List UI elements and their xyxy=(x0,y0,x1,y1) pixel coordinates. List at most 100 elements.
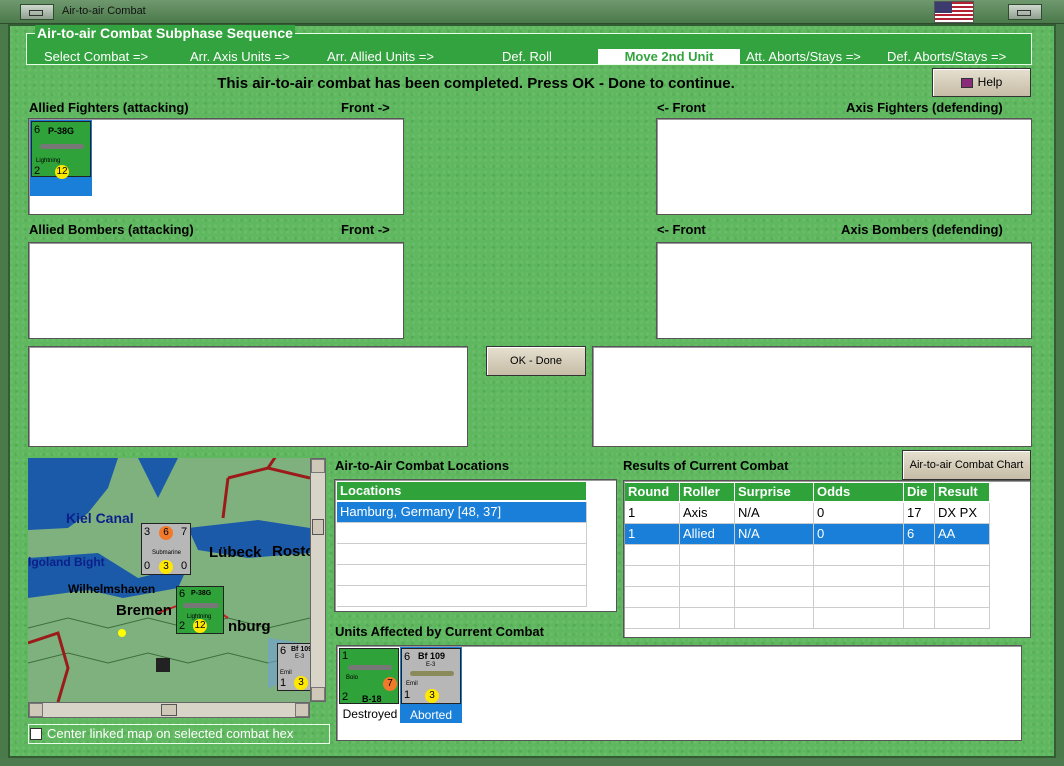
center-map-checkbox[interactable] xyxy=(30,728,42,740)
b18-counter[interactable]: 1 Bolo 7 2 B-18 xyxy=(339,648,399,704)
map-horizontal-scrollbar[interactable] xyxy=(28,702,310,718)
bf109-name: Emil xyxy=(406,681,418,687)
combat-chart-button[interactable]: Air-to-air Combat Chart xyxy=(902,450,1031,480)
map-label-kiel: Kiel Canal xyxy=(66,510,134,526)
sub-tl: 3 xyxy=(144,526,151,538)
cell-odds: 0 xyxy=(814,524,904,545)
cell-roller: Allied xyxy=(680,524,735,545)
cell-surprise: N/A xyxy=(735,503,814,524)
counter-die: 12 xyxy=(55,165,69,179)
bf109-selected[interactable]: 6 Bf 109 E-3 Emil 1 3 Aborted xyxy=(400,647,462,723)
cell-roller: Axis xyxy=(680,503,735,524)
axis-fighters-box[interactable] xyxy=(656,118,1032,215)
window-close-button[interactable] xyxy=(1008,4,1042,20)
map-bf-name: Emil xyxy=(280,670,292,676)
ok-done-button[interactable]: OK - Done xyxy=(486,346,586,376)
b18-type: B-18 xyxy=(362,694,382,704)
sub-die: 3 xyxy=(159,560,173,574)
plane-icon xyxy=(40,144,84,149)
front-left-label: <- Front xyxy=(657,100,706,115)
counter-top-left: 6 xyxy=(34,124,41,136)
locations-header: Locations xyxy=(337,482,587,500)
locations-title: Air-to-Air Combat Locations xyxy=(335,458,510,473)
submarine-counter[interactable]: 3 6 7 Submarine 0 3 0 xyxy=(141,523,191,575)
map-p38g-counter[interactable]: 6 P-38G Lightning 2 12 xyxy=(176,586,224,634)
map-bf-tl: 6 xyxy=(280,645,287,657)
col-die: Die xyxy=(904,483,935,501)
bf109-status: Aborted xyxy=(409,708,453,722)
results-table: Round Roller Surprise Odds Die Result 1 … xyxy=(623,480,1031,638)
b18-bl: 2 xyxy=(342,691,349,703)
front-left-label-2: <- Front xyxy=(657,222,706,237)
map-label-hamburg: nburg xyxy=(228,618,271,635)
bf109-die: 3 xyxy=(425,689,439,703)
help-button[interactable]: Help xyxy=(932,68,1031,97)
map-p38-plane-icon xyxy=(183,603,219,608)
table-row-selected[interactable]: 1 Allied N/A 0 6 AA xyxy=(625,524,990,545)
b18-die: 7 xyxy=(383,677,397,691)
vertical-scroll-thumb[interactable] xyxy=(312,519,324,535)
col-result: Result xyxy=(935,483,990,501)
scroll-right-arrow-icon[interactable] xyxy=(295,703,309,717)
map-p38-bl: 2 xyxy=(179,620,186,632)
location-row[interactable]: Hamburg, Germany [48, 37] xyxy=(337,502,587,523)
status-message: This air-to-air combat has been complete… xyxy=(217,75,735,92)
bf109-sub: E-3 xyxy=(426,662,436,668)
allied-bombers-box[interactable] xyxy=(28,242,404,339)
b18-status: Destroyed xyxy=(342,707,398,721)
cell-die: 17 xyxy=(904,503,935,524)
affected-title: Units Affected by Current Combat xyxy=(335,624,544,639)
cell-result: AA xyxy=(935,524,990,545)
center-map-label: Center linked map on selected combat hex xyxy=(47,726,294,741)
location-row-empty xyxy=(337,586,587,607)
title-bar xyxy=(0,0,1064,24)
axis-fighters-label: Axis Fighters (defending) xyxy=(846,100,1003,115)
allied-info-box xyxy=(28,346,468,447)
status-bar xyxy=(0,758,1064,766)
col-odds: Odds xyxy=(814,483,904,501)
city-bremen-marker xyxy=(118,629,126,637)
map-bf-bl: 1 xyxy=(280,677,287,689)
map-bf-die: 3 xyxy=(294,676,308,690)
scroll-left-arrow-icon[interactable] xyxy=(29,703,43,717)
counter-type: P-38G xyxy=(48,126,75,136)
map-label-lubeck: Lübeck xyxy=(209,544,262,561)
axis-bombers-box[interactable] xyxy=(656,242,1032,339)
seq-step-arr-axis: Arr. Axis Units => xyxy=(190,49,290,64)
table-row-empty xyxy=(625,587,990,608)
allied-fighters-label: Allied Fighters (attacking) xyxy=(29,100,189,115)
bf109-tl: 6 xyxy=(404,651,411,663)
allied-fighter-selected[interactable]: 6 P-38G Lightning 2 12 xyxy=(30,120,92,196)
allied-bombers-label: Allied Bombers (attacking) xyxy=(29,222,194,237)
system-menu-button[interactable] xyxy=(20,4,54,20)
seq-step-arr-allied: Arr. Allied Units => xyxy=(327,49,434,64)
axis-info-box xyxy=(592,346,1032,447)
scroll-up-arrow-icon[interactable] xyxy=(311,459,325,473)
map-label-wilhelmshaven: Wilhelmshaven xyxy=(68,582,156,596)
axis-bombers-label: Axis Bombers (defending) xyxy=(841,222,1003,237)
table-row-empty xyxy=(625,545,990,566)
table-row[interactable]: 1 Axis N/A 0 17 DX PX xyxy=(625,503,990,524)
map-p38-type: P-38G xyxy=(191,590,212,597)
front-right-label: Front -> xyxy=(341,100,390,115)
b18-plane-icon xyxy=(348,665,392,670)
map-bf-type: Bf 109 xyxy=(291,646,310,653)
front-right-label-2: Front -> xyxy=(341,222,390,237)
sub-die-top: 6 xyxy=(159,526,173,540)
bf109-type: Bf 109 xyxy=(418,651,446,661)
bf109-counter[interactable]: 6 Bf 109 E-3 Emil 1 3 xyxy=(401,648,461,704)
scroll-down-arrow-icon[interactable] xyxy=(311,687,325,701)
linked-map[interactable]: Kiel Canal lgoland Bight Lübeck Rosto Wi… xyxy=(28,458,310,702)
location-row-empty xyxy=(337,523,587,544)
cell-die: 6 xyxy=(904,524,935,545)
results-header-row: Round Roller Surprise Odds Die Result xyxy=(625,483,990,501)
p38g-counter[interactable]: 6 P-38G Lightning 2 12 xyxy=(31,121,91,179)
map-bf-sub: E-3 xyxy=(295,654,305,660)
horizontal-scroll-thumb[interactable] xyxy=(161,704,177,716)
cell-round: 1 xyxy=(625,503,680,524)
map-p38-die: 12 xyxy=(193,619,207,633)
map-vertical-scrollbar[interactable] xyxy=(310,458,326,702)
map-bf109-counter[interactable]: 6 Bf 109 E-3 Emil 1 3 xyxy=(277,643,310,691)
us-flag-icon xyxy=(934,1,974,23)
locations-list[interactable]: Locations Hamburg, Germany [48, 37] xyxy=(334,479,617,612)
